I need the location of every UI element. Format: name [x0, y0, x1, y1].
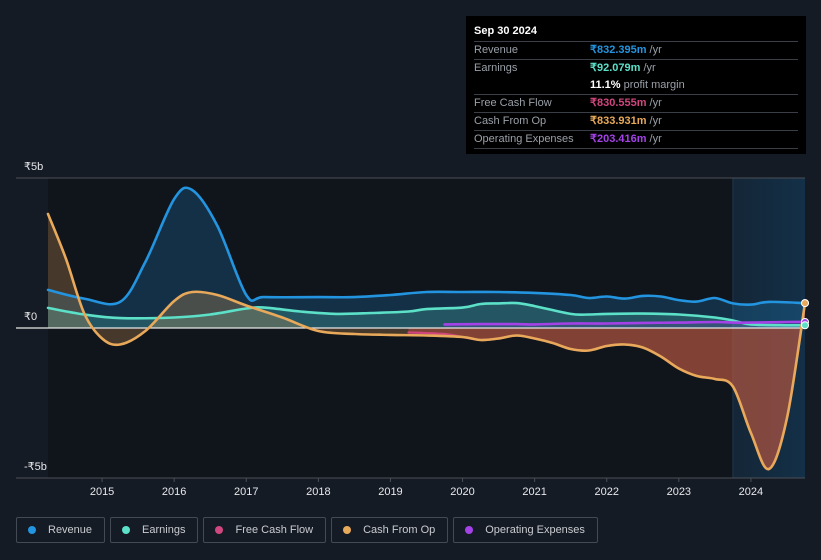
legend: Revenue Earnings Free Cash Flow Cash Fro…: [16, 517, 598, 543]
y-tick-label: ₹0: [24, 311, 37, 323]
x-tick-label: 2019: [378, 486, 402, 498]
tooltip-label: Free Cash Flow: [474, 97, 552, 109]
legend-label: Free Cash Flow: [235, 524, 314, 536]
tooltip-value: ₹203.416m: [590, 133, 647, 145]
tooltip-label: [474, 77, 590, 94]
profit-margin-value: 11.1%: [590, 79, 621, 91]
legend-label: Cash From Op: [363, 524, 436, 536]
tooltip-unit: /yr: [649, 44, 662, 56]
legend-dot-icon: [215, 526, 224, 534]
tooltip-row-fcf: Free Cash Flow ₹830.555m /yr: [474, 95, 798, 113]
x-tick-label: 2018: [306, 486, 330, 498]
tooltip-unit: /yr: [649, 97, 662, 109]
tooltip-label: Operating Expenses: [474, 133, 574, 145]
y-tick-label: -₹5b: [24, 461, 47, 473]
x-tick-label: 2021: [522, 486, 546, 498]
profit-margin-label: profit margin: [623, 79, 685, 91]
tooltip-label: Earnings: [474, 62, 518, 74]
tooltip-panel: Sep 30 2024 Revenue ₹832.395m /yr Earnin…: [466, 16, 806, 154]
tooltip-date: Sep 30 2024: [474, 24, 798, 42]
tooltip-row-cfo: Cash From Op ₹833.931m /yr: [474, 113, 798, 131]
tooltip-value: ₹832.395m: [590, 44, 647, 56]
tooltip-label: Revenue: [474, 44, 519, 56]
end-marker-earnings: [801, 321, 809, 330]
legend-dot-icon: [343, 526, 352, 534]
tooltip-value: ₹92.079m: [590, 62, 641, 74]
tooltip-unit: /yr: [649, 115, 662, 127]
legend-item-revenue[interactable]: Revenue: [16, 517, 106, 543]
legend-dot-icon: [122, 526, 131, 534]
legend-item-cash-from-op[interactable]: Cash From Op: [331, 517, 449, 543]
legend-item-operating-expenses[interactable]: Operating Expenses: [453, 517, 598, 543]
legend-label: Earnings: [142, 524, 186, 536]
legend-label: Operating Expenses: [485, 524, 585, 536]
tooltip-label: Cash From Op: [474, 115, 547, 127]
legend-label: Revenue: [48, 524, 93, 536]
tooltip-row-revenue: Revenue ₹832.395m /yr: [474, 42, 798, 60]
tooltip-row-profit-margin: 11.1% profit margin: [474, 77, 798, 95]
tooltip-unit: /yr: [649, 133, 662, 145]
legend-dot-icon: [28, 526, 36, 534]
tooltip-row-earnings: Earnings ₹92.079m /yr: [474, 60, 798, 77]
x-tick-label: 2020: [450, 486, 474, 498]
x-tick-label: 2015: [90, 486, 114, 498]
tooltip-value: ₹830.555m: [590, 97, 647, 109]
tooltip-row-opex: Operating Expenses ₹203.416m /yr: [474, 131, 798, 149]
tooltip-value: ₹833.931m: [590, 115, 647, 127]
x-tick-label: 2017: [234, 486, 258, 498]
x-tick-label: 2022: [594, 486, 618, 498]
x-tick-label: 2023: [667, 486, 691, 498]
tooltip-unit: /yr: [643, 62, 656, 74]
x-tick-label: 2016: [162, 486, 186, 498]
y-tick-label: ₹5b: [24, 161, 43, 173]
end-marker-cash-from-op: [801, 299, 809, 308]
legend-item-earnings[interactable]: Earnings: [110, 517, 199, 543]
legend-item-free-cash-flow[interactable]: Free Cash Flow: [203, 517, 327, 543]
legend-dot-icon: [465, 526, 474, 534]
x-tick-label: 2024: [739, 486, 763, 498]
